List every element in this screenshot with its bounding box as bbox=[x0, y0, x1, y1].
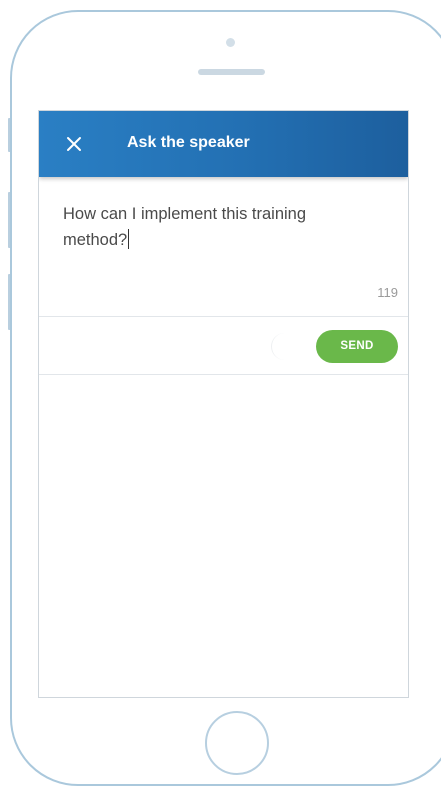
send-row-divider bbox=[271, 333, 302, 360]
phone-speaker bbox=[198, 69, 265, 75]
send-row: SEND bbox=[39, 317, 408, 375]
character-counter: 119 bbox=[377, 285, 398, 300]
question-input[interactable]: How can I implement this training method… bbox=[63, 201, 373, 253]
text-cursor bbox=[128, 229, 130, 249]
send-button[interactable]: SEND bbox=[316, 330, 398, 363]
phone-screen: Ask the speaker How can I implement this… bbox=[38, 110, 409, 698]
close-icon bbox=[67, 137, 81, 151]
phone-home-button bbox=[205, 711, 269, 775]
app-stage: Ask the speaker How can I implement this… bbox=[0, 0, 441, 787]
close-button[interactable] bbox=[63, 133, 85, 155]
app-header: Ask the speaker bbox=[39, 111, 408, 177]
question-text: How can I implement this training method… bbox=[63, 205, 307, 249]
page-title: Ask the speaker bbox=[127, 134, 250, 151]
phone-camera bbox=[226, 38, 235, 47]
question-input-area[interactable]: How can I implement this training method… bbox=[39, 177, 408, 317]
